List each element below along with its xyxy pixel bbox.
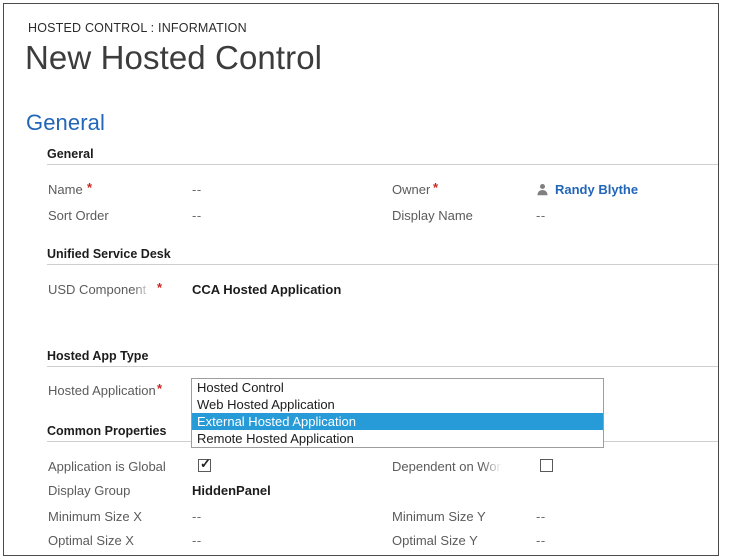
field-value-name[interactable]: -- xyxy=(192,182,202,197)
field-label-usd-component-type: USD Component Type xyxy=(48,282,152,297)
required-marker-usd-component-type: * xyxy=(157,280,163,295)
section-usd-rule xyxy=(47,264,718,265)
checkbox-dependent-on-workflow[interactable] xyxy=(540,459,553,472)
field-label-owner: Owner xyxy=(392,182,431,197)
section-general: General xyxy=(47,147,718,165)
field-value-minimum-size-x[interactable]: -- xyxy=(192,509,202,524)
field-label-dependent-on-workflow: Dependent on Workflow xyxy=(392,459,502,474)
field-label-name: Name xyxy=(48,182,83,197)
dropdown-option-2[interactable]: External Hosted Application xyxy=(192,413,603,430)
section-usd-label: Unified Service Desk xyxy=(47,247,171,261)
dropdown-option-1[interactable]: Web Hosted Application xyxy=(192,396,603,413)
section-general-rule xyxy=(47,164,718,165)
hosted-application-dropdown-list[interactable]: Hosted Control Web Hosted Application Ex… xyxy=(191,378,604,448)
screenshot-root: HOSTED CONTROL : INFORMATION New Hosted … xyxy=(0,0,730,560)
dropdown-option-3[interactable]: Remote Hosted Application xyxy=(192,430,603,447)
field-label-minimum-size-x: Minimum Size X xyxy=(48,509,142,524)
field-label-display-name: Display Name xyxy=(392,208,473,223)
field-value-display-group[interactable]: HiddenPanel xyxy=(192,483,271,498)
required-marker-name: * xyxy=(87,180,93,195)
field-label-optimal-size-x: Optimal Size X xyxy=(48,533,134,548)
section-unified-service-desk: Unified Service Desk xyxy=(47,247,718,265)
section-general-label: General xyxy=(47,147,94,161)
tab-general[interactable]: General xyxy=(26,110,105,136)
field-label-display-group: Display Group xyxy=(48,483,131,498)
field-value-usd-component-type[interactable]: CCA Hosted Application xyxy=(192,282,341,297)
field-label-sort-order: Sort Order xyxy=(48,208,109,223)
breadcrumb: HOSTED CONTROL : INFORMATION xyxy=(28,21,247,35)
checkbox-application-is-global[interactable]: ✓ xyxy=(198,456,211,472)
required-marker-owner: * xyxy=(433,180,439,195)
person-icon xyxy=(536,183,549,196)
field-value-sort-order[interactable]: -- xyxy=(192,208,202,223)
dropdown-option-0[interactable]: Hosted Control xyxy=(192,379,603,396)
field-label-optimal-size-y: Optimal Size Y xyxy=(392,533,478,548)
field-value-optimal-size-y[interactable]: -- xyxy=(536,533,546,548)
field-label-application-is-global: Application is Global xyxy=(48,459,166,474)
form-window: HOSTED CONTROL : INFORMATION New Hosted … xyxy=(3,3,719,556)
section-hosted-app-type: Hosted App Type xyxy=(47,349,718,367)
field-label-minimum-size-y: Minimum Size Y xyxy=(392,509,486,524)
required-marker-hosted-application: * xyxy=(157,381,163,396)
check-mark-icon: ✓ xyxy=(200,456,211,471)
field-value-optimal-size-x[interactable]: -- xyxy=(192,533,202,548)
page-title: New Hosted Control xyxy=(25,39,323,76)
field-label-hosted-application: Hosted Application xyxy=(48,383,156,398)
field-value-display-name[interactable]: -- xyxy=(536,208,546,223)
field-value-owner[interactable]: Randy Blythe xyxy=(555,182,638,197)
field-value-minimum-size-y[interactable]: -- xyxy=(536,509,546,524)
section-hosted-app-type-rule xyxy=(47,366,718,367)
section-hosted-app-type-label: Hosted App Type xyxy=(47,349,149,363)
